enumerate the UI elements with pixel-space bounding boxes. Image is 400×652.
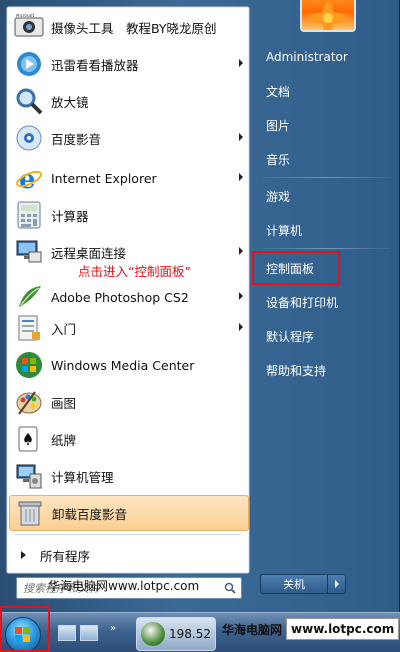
svg-text:Microsoft: Microsoft — [16, 14, 35, 18]
solitaire-icon — [13, 423, 45, 455]
right-item-music[interactable]: 音乐 — [262, 145, 390, 173]
shutdown-group: 关机 — [260, 574, 346, 594]
right-item-computer[interactable]: 计算机 — [262, 216, 390, 244]
right-item-devices-printers[interactable]: 设备和打印机 — [262, 288, 390, 316]
right-item-documents[interactable]: 文档 — [262, 77, 390, 105]
control-panel-highlight-box — [252, 251, 340, 285]
right-separator — [262, 177, 390, 178]
camera-icon: Microsoft — [13, 11, 45, 43]
search-input[interactable] — [17, 579, 207, 597]
shutdown-options-button[interactable] — [328, 574, 346, 594]
switch-windows-quicklaunch-icon[interactable] — [80, 625, 98, 641]
getting-started-icon — [13, 312, 45, 344]
search-icon[interactable] — [224, 582, 236, 594]
right-separator — [262, 248, 390, 249]
all-programs-button[interactable]: 所有程序 — [9, 542, 249, 568]
submenu-arrow-icon — [239, 173, 243, 181]
program-windows-media-center[interactable]: Windows Media Center — [9, 347, 249, 383]
program-baidu-player[interactable]: 百度影音 — [9, 120, 249, 156]
show-desktop-quicklaunch-icon[interactable] — [58, 625, 76, 641]
program-paint[interactable]: 画图 — [9, 384, 249, 420]
shutdown-button[interactable]: 关机 — [260, 574, 328, 594]
program-solitaire[interactable]: 纸牌 — [9, 421, 249, 457]
remote-desktop-icon — [13, 236, 45, 268]
search-area: 华海电脑网www.lotpc.com — [6, 574, 250, 604]
right-item-administrator[interactable]: Administrator — [262, 43, 390, 71]
programs-panel: Microsoft 摄像头工具 教程BY晓龙原创 迅雷看看播放器 放大镜 百度影… — [6, 6, 250, 574]
computer-management-icon — [13, 460, 45, 492]
program-computer-management[interactable]: 计算机管理 — [9, 458, 249, 494]
media-center-icon — [13, 349, 45, 381]
program-internet-explorer[interactable]: e Internet Explorer — [9, 160, 249, 196]
program-getting-started[interactable]: 入门 — [9, 310, 249, 346]
submenu-arrow-icon — [239, 247, 243, 255]
recycle-bin-icon — [14, 497, 46, 529]
photoshop-icon — [13, 281, 45, 313]
chevron-right-icon — [334, 580, 339, 588]
app-icon — [141, 622, 165, 646]
program-camera-tool[interactable]: Microsoft 摄像头工具 教程BY晓龙原创 — [9, 9, 249, 45]
user-avatar[interactable] — [300, 0, 356, 32]
paint-icon — [13, 386, 45, 418]
taskbar-app-button[interactable]: 198.52 — [136, 617, 216, 651]
all-programs-arrow-icon — [21, 551, 26, 559]
submenu-arrow-icon — [239, 59, 243, 67]
program-calculator[interactable]: 计算器 — [9, 197, 249, 233]
site-watermark: 华海电脑网 www.lotpc.com — [218, 614, 400, 644]
flower-icon — [308, 2, 348, 30]
right-item-pictures[interactable]: 图片 — [262, 111, 390, 139]
ie-icon: e — [13, 162, 45, 194]
calculator-icon — [13, 199, 45, 231]
baidu-player-icon — [13, 122, 45, 154]
double-chevron-icon[interactable]: » — [110, 623, 116, 634]
start-menu: Microsoft 摄像头工具 教程BY晓龙原创 迅雷看看播放器 放大镜 百度影… — [0, 0, 400, 612]
submenu-arrow-icon — [239, 292, 243, 300]
start-button-highlight-box — [0, 606, 50, 652]
programs-divider — [15, 534, 241, 535]
program-uninstall-baidu-player[interactable]: 卸载百度影音 — [9, 495, 249, 531]
right-item-help-support[interactable]: 帮助和支持 — [262, 356, 390, 384]
magnifier-icon — [13, 85, 45, 117]
right-item-games[interactable]: 游戏 — [262, 182, 390, 210]
program-magnifier[interactable]: 放大镜 — [9, 83, 249, 119]
search-box[interactable] — [16, 577, 242, 599]
submenu-arrow-icon — [239, 133, 243, 141]
instruction-annotation: 点击进入“控制面板” — [78, 264, 191, 279]
program-xunlei-player[interactable]: 迅雷看看播放器 — [9, 46, 249, 82]
xunlei-player-icon — [13, 48, 45, 80]
submenu-arrow-icon — [239, 323, 243, 331]
right-item-default-programs[interactable]: 默认程序 — [262, 322, 390, 350]
